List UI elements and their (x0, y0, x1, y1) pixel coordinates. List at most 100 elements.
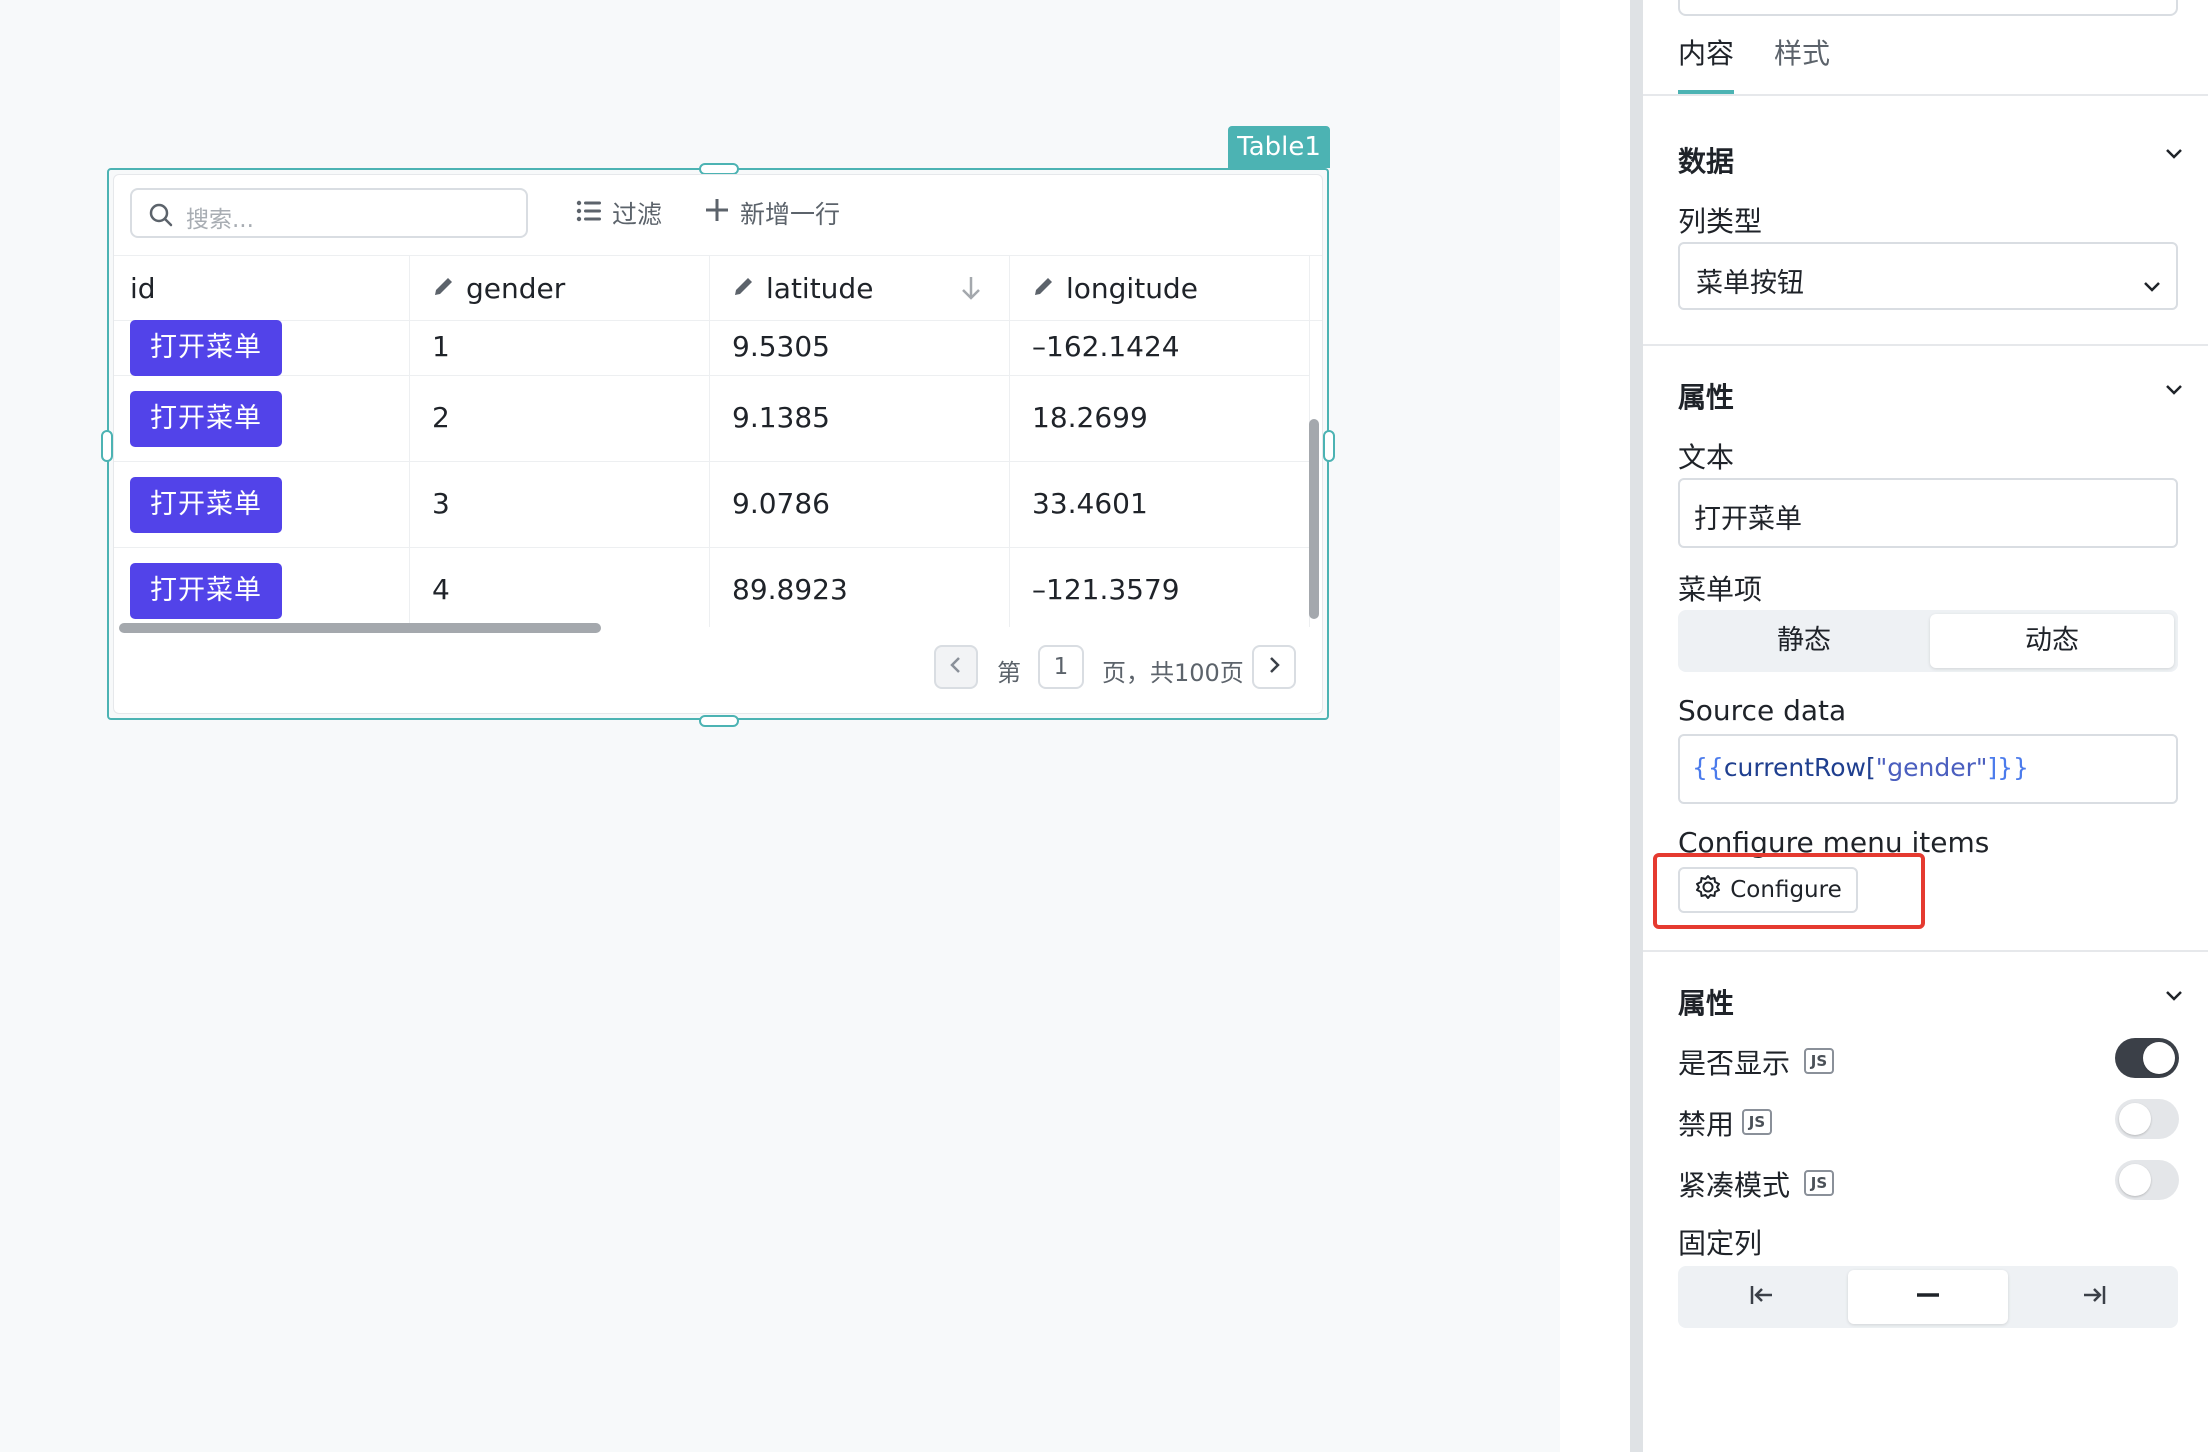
disabled-toggle[interactable] (2115, 1099, 2179, 1139)
column-header-gender[interactable]: gender (432, 256, 565, 320)
fix-right-option[interactable] (2014, 1270, 2174, 1324)
prev-page-button[interactable] (934, 645, 978, 689)
filter-icon (576, 199, 602, 228)
panel-divider[interactable] (1630, 0, 1643, 1452)
plus-icon (704, 197, 730, 229)
pencil-icon (1032, 272, 1056, 305)
js-toggle-icon[interactable]: JS (1804, 1048, 1834, 1074)
page-prefix: 第 (997, 659, 1021, 687)
column-header-longitude[interactable]: longitude (1032, 256, 1198, 320)
tab-style[interactable]: 样式 (1774, 32, 1830, 94)
section-title-data[interactable]: 数据 (1678, 140, 1734, 180)
table-search-input[interactable]: 搜索... (130, 188, 528, 238)
fix-left-option[interactable] (1682, 1270, 1842, 1324)
menu-items-static[interactable]: 静态 (1682, 614, 1926, 668)
gender-cell: 2 (432, 401, 450, 434)
latitude-cell: 89.8923 (732, 573, 848, 606)
filter-label: 过滤 (612, 200, 663, 229)
chevron-down-icon[interactable] (2163, 988, 2185, 1007)
filter-button[interactable]: 过滤 (576, 195, 662, 231)
column-type-select[interactable]: 菜单按钮 (1678, 242, 2178, 310)
column-header-label: longitude (1066, 271, 1198, 305)
chevron-down-icon[interactable] (2163, 146, 2185, 165)
table-row[interactable]: 打开菜单 4 89.8923 –121.3579 (114, 548, 1309, 620)
divider (1643, 344, 2208, 346)
chevron-down-icon[interactable] (2163, 382, 2185, 401)
sort-descending-icon[interactable] (959, 274, 983, 306)
search-icon (148, 202, 174, 232)
highlight-box (1653, 853, 1925, 929)
longitude-cell: –121.3579 (1032, 573, 1180, 606)
open-menu-button[interactable]: 打开菜单 (130, 320, 282, 376)
page-total: 页，共100页 (1102, 659, 1244, 687)
widget-name-tag[interactable]: Table1 (1228, 126, 1330, 168)
compact-toggle[interactable] (2115, 1160, 2179, 1200)
page-number-input[interactable]: 1 (1038, 645, 1084, 689)
fixed-column-label: 固定列 (1678, 1227, 1763, 1260)
expr-close: ]}} (1987, 753, 2029, 782)
add-row-button[interactable]: 新增一行 (704, 195, 840, 231)
section-title-attributes[interactable]: 属性 (1678, 376, 1734, 416)
source-data-input[interactable]: {{currentRow["gender"]}} (1678, 734, 2178, 804)
vertical-scrollbar[interactable] (1309, 419, 1319, 619)
pencil-icon (432, 272, 456, 305)
longitude-cell: –162.1424 (1032, 330, 1180, 363)
panel-top-input[interactable] (1678, 0, 2178, 16)
resize-handle-bottom[interactable] (699, 715, 739, 727)
open-menu-button[interactable]: 打开菜单 (130, 563, 282, 619)
table-row[interactable]: 打开菜单 1 9.5305 –162.1424 (114, 320, 1309, 376)
next-page-button[interactable] (1252, 645, 1296, 689)
add-row-label: 新增一行 (740, 200, 841, 229)
prop-compact: 紧凑模式 JS (1678, 1160, 2179, 1204)
fixed-column-toggle (1678, 1266, 2178, 1328)
js-toggle-icon[interactable]: JS (1742, 1109, 1772, 1135)
text-input-value: 打开菜单 (1694, 504, 1802, 535)
source-data-label: Source data (1678, 694, 1847, 727)
expr-key: "gender" (1875, 753, 1988, 782)
column-header-latitude[interactable]: latitude (732, 256, 873, 320)
table-row[interactable]: 打开菜单 3 9.0786 33.4601 (114, 462, 1309, 548)
table-row[interactable]: 打开菜单 2 9.1385 18.2699 (114, 376, 1309, 462)
latitude-cell: 9.0786 (732, 487, 830, 520)
menu-items-dynamic[interactable]: 动态 (1930, 614, 2174, 668)
menu-items-label: 菜单项 (1678, 573, 1763, 606)
js-toggle-icon[interactable]: JS (1804, 1170, 1834, 1196)
pin-left-icon (1748, 1283, 1776, 1311)
column-type-value: 菜单按钮 (1696, 268, 1804, 299)
table-header: id gender latitude longitude (114, 255, 1322, 321)
toggle-knob (2119, 1164, 2151, 1196)
open-menu-button[interactable]: 打开菜单 (130, 391, 282, 447)
compact-label: 紧凑模式 (1678, 1169, 1791, 1202)
table-pagination: 第 1 页，共100页 (114, 645, 1322, 705)
column-type-label: 列类型 (1678, 205, 1763, 238)
prop-visible: 是否显示 JS (1678, 1038, 2179, 1082)
gender-cell: 3 (432, 487, 450, 520)
search-placeholder: 搜索... (186, 207, 254, 233)
fix-none-option[interactable] (1848, 1270, 2008, 1324)
visible-toggle[interactable] (2115, 1038, 2179, 1078)
gender-cell: 4 (432, 573, 450, 606)
menu-items-toggle: 静态 动态 (1678, 610, 2178, 672)
canvas-gutter (1560, 0, 1630, 1452)
minus-icon (1914, 1283, 1942, 1311)
open-menu-button[interactable]: 打开菜单 (130, 477, 282, 533)
section-title-properties[interactable]: 属性 (1678, 982, 1734, 1022)
column-header-label: latitude (766, 271, 874, 305)
longitude-cell: 33.4601 (1032, 487, 1148, 520)
longitude-cell: 18.2699 (1032, 401, 1148, 434)
property-panel: 内容 样式 数据 列类型 菜单按钮 属性 文本 打开菜单 菜单项 静态 动态 S… (1643, 0, 2208, 1452)
chevron-left-icon (948, 655, 964, 679)
resize-handle-left[interactable] (101, 430, 113, 462)
column-header-label: gender (466, 271, 566, 305)
horizontal-scrollbar[interactable] (119, 623, 601, 633)
text-input[interactable]: 打开菜单 (1678, 478, 2178, 548)
column-header-id[interactable]: id (130, 256, 156, 320)
visible-label: 是否显示 (1678, 1047, 1791, 1080)
toggle-knob (2143, 1042, 2175, 1074)
resize-handle-right[interactable] (1323, 430, 1335, 462)
table-body: 打开菜单 1 9.5305 –162.1424 打开菜单 2 9.1385 18… (114, 320, 1309, 620)
text-label: 文本 (1678, 441, 1735, 474)
table-toolbar: 搜索... 过滤 新增一行 (114, 175, 1322, 255)
prop-disabled: 禁用 JS (1678, 1099, 2179, 1143)
tab-content[interactable]: 内容 (1678, 32, 1735, 94)
